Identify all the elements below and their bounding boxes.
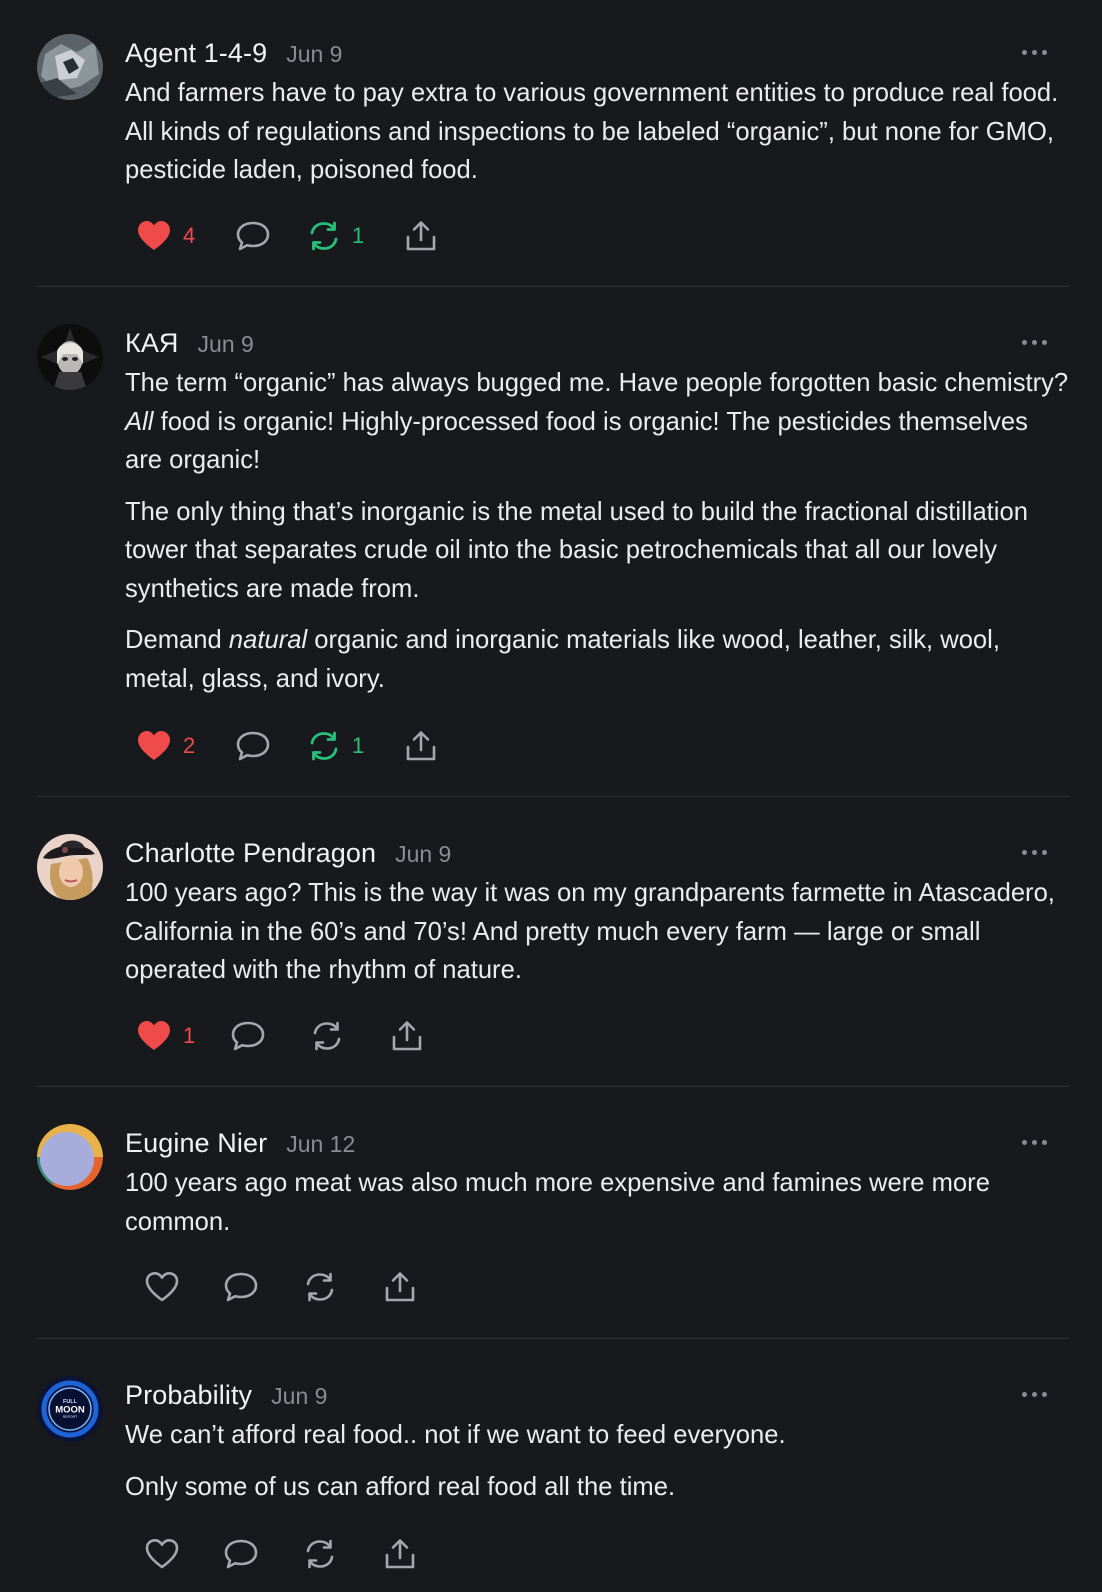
comment-actions: 2 1	[137, 726, 437, 766]
author-name[interactable]: Charlotte Pendragon	[125, 838, 376, 869]
more-options-icon[interactable]	[1022, 1140, 1047, 1145]
comment-paragraph: And farmers have to pay extra to various…	[125, 79, 1059, 184]
share-button[interactable]	[384, 1534, 416, 1574]
comment-paragraph: 100 years ago? This is the way it was on…	[125, 879, 1055, 984]
heart-icon	[145, 1272, 179, 1302]
author-name[interactable]: Agent 1-4-9	[125, 38, 267, 69]
share-button[interactable]	[405, 216, 437, 256]
avatar[interactable]: FULL MOON REPORT	[37, 1376, 103, 1442]
restack-icon	[310, 221, 338, 251]
restack-count: 1	[352, 733, 365, 758]
restack-icon	[306, 1539, 334, 1569]
restack-button[interactable]: 1	[308, 216, 364, 256]
comment-text: 100 years ago? This is the way it was on…	[125, 874, 1069, 990]
more-options-icon[interactable]	[1022, 1392, 1047, 1397]
comment-text: And farmers have to pay extra to various…	[125, 74, 1069, 190]
share-button[interactable]	[405, 726, 437, 766]
author-name[interactable]: Eugine Nier	[125, 1128, 267, 1159]
restack-button[interactable]	[311, 1016, 343, 1056]
comment-date[interactable]: Jun 12	[286, 1131, 355, 1158]
share-button[interactable]	[391, 1016, 423, 1056]
share-icon	[385, 1539, 415, 1569]
comment-actions: 1	[137, 1016, 423, 1056]
comment-paragraph: We can’t afford real food.. not if we wa…	[125, 1421, 786, 1449]
share-icon	[406, 221, 436, 251]
reply-button[interactable]	[236, 216, 270, 256]
reply-button[interactable]	[231, 1016, 265, 1056]
comment-bubble-icon	[224, 1539, 258, 1569]
share-button[interactable]	[384, 1267, 416, 1307]
like-button[interactable]	[145, 1267, 179, 1307]
comment-bubble-icon	[231, 1021, 265, 1051]
comment-paragraph: Only some of us can afford real food all…	[125, 1472, 676, 1501]
reply-button[interactable]	[224, 1267, 258, 1307]
comment-text: We can’t afford real food.. not if we wa…	[125, 1416, 1069, 1506]
comment-text: 100 years ago meat was also much more ex…	[125, 1164, 1069, 1241]
comment-actions	[145, 1267, 416, 1307]
share-icon	[385, 1272, 415, 1302]
like-count: 4	[183, 223, 196, 248]
restack-button[interactable]	[304, 1267, 336, 1307]
like-count: 1	[183, 1023, 196, 1048]
author-name[interactable]: Probability	[125, 1380, 252, 1411]
svg-text:REPORT: REPORT	[63, 1415, 78, 1419]
restack-icon	[310, 731, 338, 761]
divider	[37, 796, 1069, 797]
like-button[interactable]: 2	[137, 726, 201, 766]
comment-date[interactable]: Jun 9	[198, 331, 254, 358]
like-button[interactable]	[145, 1534, 179, 1574]
restack-button[interactable]: 1	[308, 726, 364, 766]
like-button[interactable]: 4	[137, 216, 201, 256]
like-count: 2	[183, 733, 196, 758]
heart-icon	[145, 1539, 179, 1569]
avatar[interactable]	[37, 834, 103, 900]
comment-date[interactable]: Jun 9	[286, 41, 342, 68]
heart-icon	[138, 1021, 170, 1050]
comment-paragraph: The only thing that’s inorganic is the m…	[125, 497, 1028, 603]
comment-text: The term “organic” has always bugged me.…	[125, 364, 1069, 698]
share-icon	[406, 731, 436, 761]
comment-bubble-icon	[236, 221, 270, 251]
author-name[interactable]: КАЯ	[125, 328, 179, 359]
avatar[interactable]	[37, 1124, 103, 1190]
comment-paragraph: Demand natural organic and inorganic mat…	[125, 626, 1000, 693]
share-icon	[392, 1021, 422, 1051]
avatar[interactable]	[37, 34, 103, 100]
reply-button[interactable]	[224, 1534, 258, 1574]
comment-feed: Agent 1-4-9 Jun 9 And farmers have to pa…	[0, 0, 1102, 1592]
restack-button[interactable]	[304, 1534, 336, 1574]
restack-count: 1	[352, 223, 365, 248]
comment-actions: 4 1	[137, 216, 437, 256]
comment-paragraph: The term “organic” has always bugged me.…	[125, 369, 1069, 474]
restack-icon	[306, 1272, 334, 1302]
svg-text:MOON: MOON	[55, 1405, 85, 1416]
divider	[37, 1086, 1069, 1087]
comment-bubble-icon	[236, 731, 270, 761]
comment-bubble-icon	[224, 1272, 258, 1302]
comment-date[interactable]: Jun 9	[395, 841, 451, 868]
avatar[interactable]	[37, 324, 103, 390]
divider	[37, 1338, 1069, 1339]
restack-icon	[313, 1021, 341, 1051]
more-options-icon[interactable]	[1022, 340, 1047, 345]
heart-icon	[138, 731, 170, 760]
comment-date[interactable]: Jun 9	[271, 1383, 327, 1410]
more-options-icon[interactable]	[1022, 850, 1047, 855]
divider	[37, 286, 1069, 287]
heart-icon	[138, 221, 170, 250]
comment-paragraph: 100 years ago meat was also much more ex…	[125, 1169, 990, 1236]
comment-actions	[145, 1534, 416, 1574]
like-button[interactable]: 1	[137, 1016, 197, 1056]
reply-button[interactable]	[236, 726, 270, 766]
more-options-icon[interactable]	[1022, 50, 1047, 55]
